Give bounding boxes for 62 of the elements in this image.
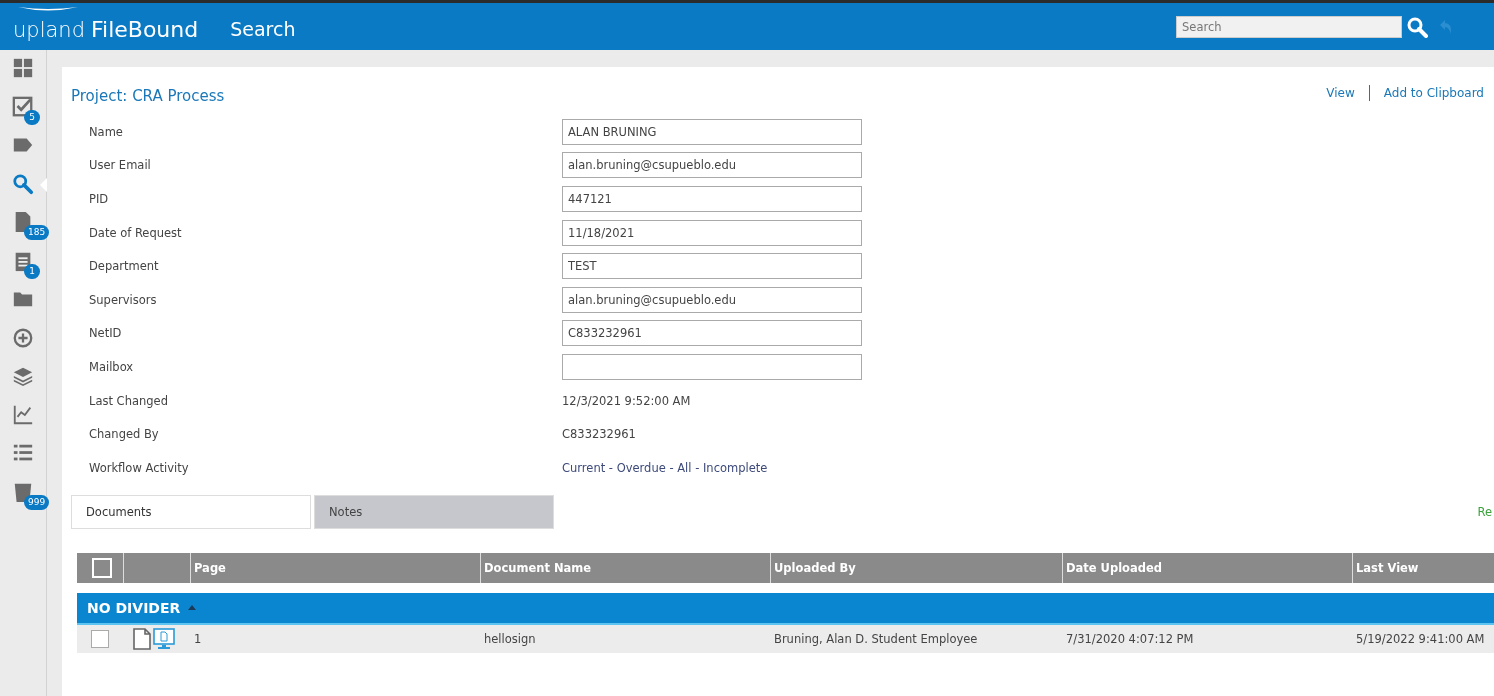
- field-value: C833232961: [562, 427, 636, 442]
- search-field[interactable]: Search: [1176, 15, 1402, 38]
- field-label: Date of Request: [89, 225, 183, 240]
- side-link[interactable]: Re: [1477, 504, 1492, 519]
- sidebar-item[interactable]: 1: [0, 249, 46, 288]
- action-link[interactable]: Add to Clipboard: [1383, 86, 1484, 100]
- workflow-link[interactable]: Current - Overdue - All - Incomplete: [562, 460, 768, 475]
- table-cell-text: hellosign: [483, 631, 537, 646]
- field-label: PID: [89, 192, 110, 206]
- input-field[interactable]: ALAN BRUNING: [562, 118, 862, 145]
- input-field[interactable]: TEST: [562, 253, 862, 280]
- input-field[interactable]: 11/18/2021: [562, 219, 862, 246]
- tab[interactable]: Notes: [314, 494, 554, 529]
- action-link[interactable]: View: [1326, 86, 1355, 100]
- product-name: FileBound: [91, 17, 199, 42]
- project-title: Project: CRA Process: [71, 87, 225, 105]
- group-header[interactable]: NO DIVIDER: [77, 592, 1494, 625]
- field-label: Last Changed: [89, 393, 169, 408]
- count-badge: 999: [24, 494, 50, 510]
- table-cell-text: 5/19/2022 9:41:00 AM: [1355, 631, 1486, 646]
- field-label: NetID: [89, 326, 123, 341]
- layers-icon: [12, 365, 34, 387]
- column-header[interactable]: Uploaded By: [770, 552, 1062, 583]
- table-cell-text: Bruning, Alan D. Student Employee: [773, 631, 979, 646]
- input-field[interactable]: 447121: [562, 186, 862, 212]
- row-checkbox[interactable]: [91, 629, 109, 648]
- monitor-icon[interactable]: [153, 627, 175, 650]
- search-icon[interactable]: [1406, 15, 1428, 38]
- field-label: User Email: [89, 158, 152, 173]
- field-label: Name: [89, 124, 124, 139]
- input-field[interactable]: C833232961: [562, 320, 862, 347]
- collapse-caret-icon[interactable]: [188, 605, 197, 611]
- column-header[interactable]: Last View: [1352, 552, 1494, 583]
- column-header[interactable]: Document Name: [480, 552, 770, 583]
- column-header[interactable]: Page: [190, 552, 480, 583]
- field-label: Department: [89, 259, 160, 274]
- table-cell-text: 1: [193, 631, 203, 646]
- input-field[interactable]: [562, 353, 862, 380]
- input-field[interactable]: alan.bruning@csupueblo.edu: [562, 152, 862, 179]
- brand-name: upland: [13, 18, 85, 42]
- dashboard-icon: [12, 57, 34, 79]
- field-value: 12/3/2021 9:52:00 AM: [562, 393, 691, 408]
- field-label: Workflow Activity: [89, 460, 190, 475]
- tab[interactable]: Documents: [71, 494, 311, 529]
- field-label: Changed By: [89, 427, 160, 442]
- table-cell-text: 7/31/2020 4:07:12 PM: [1065, 631, 1195, 646]
- count-badge: 5: [24, 109, 40, 125]
- group-label: NO DIVIDER: [87, 599, 181, 616]
- document-icon[interactable]: [133, 627, 151, 650]
- select-all-checkbox[interactable]: [91, 557, 112, 578]
- count-badge: 185: [24, 225, 50, 240]
- plus-circle-icon: [12, 326, 34, 349]
- page-title: Search: [230, 16, 296, 40]
- count-badge: 1: [24, 263, 40, 279]
- checkbox-icon: [12, 95, 34, 118]
- column-header[interactable]: Date Uploaded: [1062, 552, 1352, 583]
- sidebar-item[interactable]: 5: [0, 95, 46, 134]
- chart-icon: [12, 403, 34, 426]
- input-field[interactable]: alan.bruning@csupueblo.edu: [562, 286, 862, 313]
- field-label: Supervisors: [89, 292, 158, 307]
- search-icon: [12, 172, 34, 195]
- field-label: Mailbox: [89, 359, 135, 374]
